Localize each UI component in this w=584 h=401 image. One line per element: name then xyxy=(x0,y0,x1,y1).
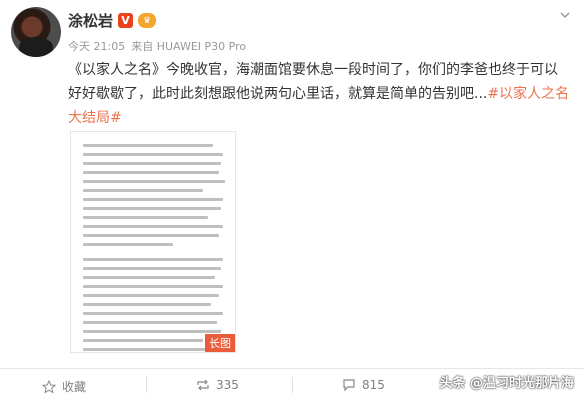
author-row: 涂松岩 V ♛ xyxy=(68,10,157,31)
text-line xyxy=(83,180,225,183)
watermark: 头条 @温习时光那片海 xyxy=(439,376,574,391)
avatar[interactable] xyxy=(11,7,61,57)
star-icon xyxy=(42,379,56,394)
divider xyxy=(146,377,147,393)
weibo-post-card: 涂松岩 V ♛ 今天 21:05 来自 HUAWEI P30 Pro 《以家人之… xyxy=(0,0,584,368)
vip-badge-icon: ♛ xyxy=(138,13,157,28)
verified-badge-icon: V xyxy=(118,13,134,28)
text-line xyxy=(83,189,203,192)
repost-count: 335 xyxy=(216,378,239,392)
text-line xyxy=(83,276,215,279)
comment-count: 815 xyxy=(362,378,385,392)
text-line xyxy=(83,330,221,333)
comment-icon xyxy=(343,379,355,392)
post-time[interactable]: 今天 21:05 xyxy=(68,38,125,54)
text-line xyxy=(83,234,219,237)
text-line xyxy=(83,312,223,315)
author-name[interactable]: 涂松岩 xyxy=(68,10,113,31)
text-line xyxy=(83,258,223,261)
divider xyxy=(292,377,293,393)
text-line xyxy=(83,171,219,174)
post-text: 《以家人之名》今晚收官，海潮面馆要休息一段时间了，你们的李爸也终于可以 好好歇歇… xyxy=(68,58,573,130)
text-line xyxy=(83,153,223,156)
long-image[interactable]: 长图 xyxy=(70,131,236,353)
hashtag-link[interactable]: #以家人之名 xyxy=(487,86,569,102)
chevron-down-icon[interactable] xyxy=(558,8,572,22)
text-line xyxy=(83,294,219,297)
post-meta: 今天 21:05 来自 HUAWEI P30 Pro xyxy=(68,38,246,54)
text-line xyxy=(83,198,223,201)
repost-icon xyxy=(197,379,209,391)
text-line xyxy=(83,339,203,342)
text-line xyxy=(83,207,221,210)
hashtag-link-cont[interactable]: 大结局# xyxy=(68,110,122,126)
text-line xyxy=(83,348,223,351)
post-source: 来自 HUAWEI P30 Pro xyxy=(131,40,247,53)
text-line xyxy=(83,267,221,270)
long-image-badge: 长图 xyxy=(205,334,235,352)
comment-button[interactable]: 815 xyxy=(342,378,385,392)
text-line xyxy=(83,162,221,165)
repost-button[interactable]: 335 xyxy=(196,378,239,392)
text-line xyxy=(83,216,208,219)
favorite-button[interactable]: 收藏 xyxy=(42,378,86,395)
text-line xyxy=(83,144,213,147)
favorite-label: 收藏 xyxy=(62,380,87,394)
text-line xyxy=(83,225,223,228)
text-line xyxy=(83,243,173,246)
text-line xyxy=(83,285,223,288)
text-line xyxy=(83,321,217,324)
post-text-line2: 好好歇歇了，此时此刻想跟他说两句心里话，就算是简单的告别吧... xyxy=(68,86,488,102)
text-line xyxy=(83,303,211,306)
post-text-line1: 《以家人之名》今晚收官，海潮面馆要休息一段时间了，你们的李爸也终于可以 xyxy=(68,62,558,78)
